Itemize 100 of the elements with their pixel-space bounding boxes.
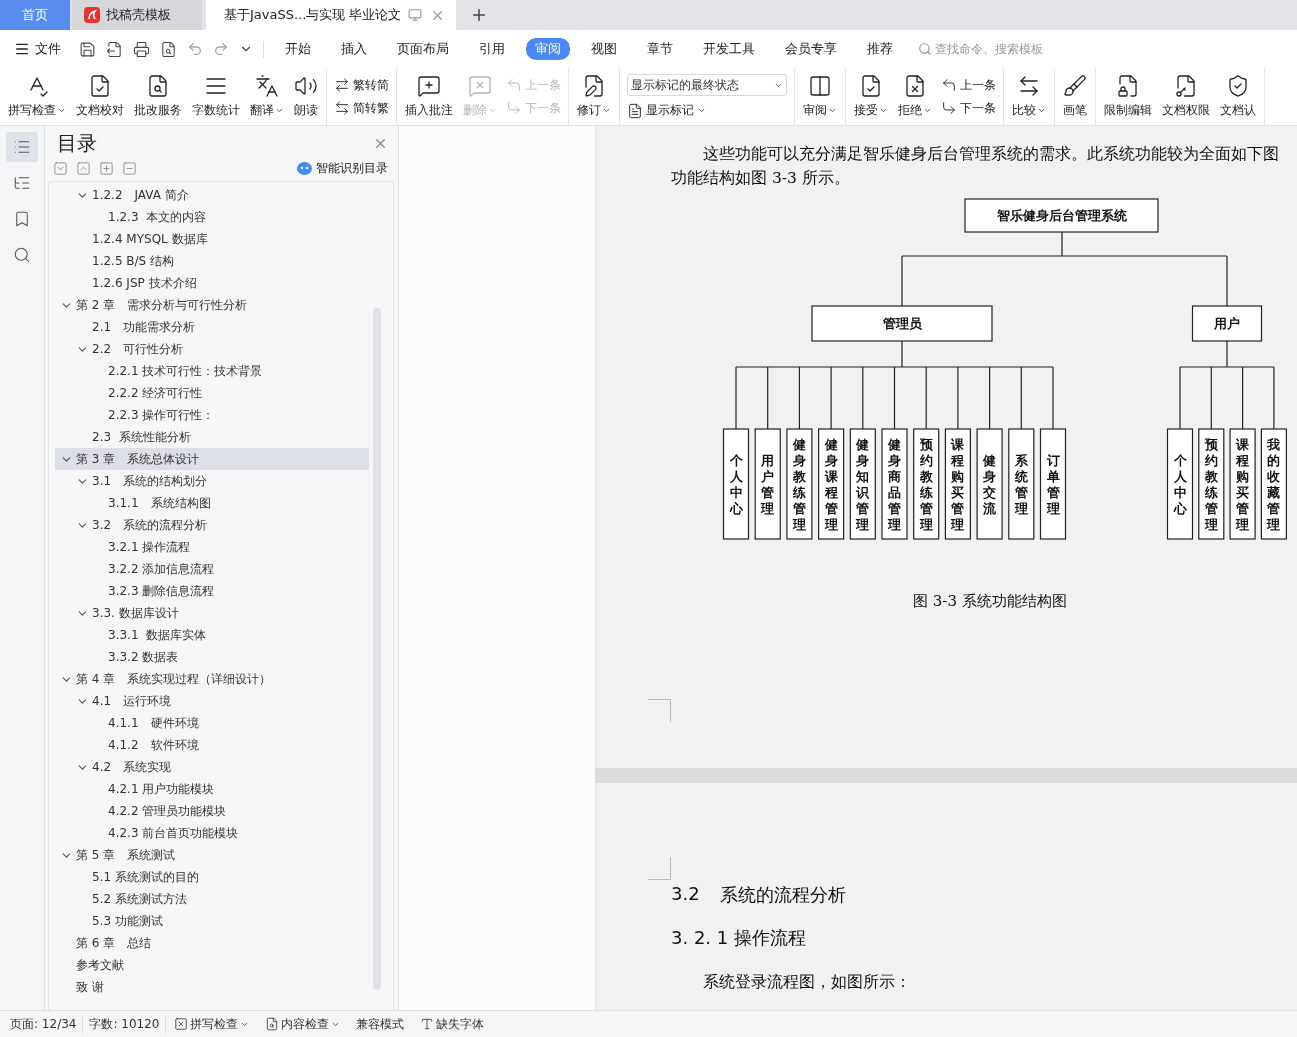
ribbon-tab[interactable]: 插入 (332, 38, 376, 60)
ribbon-button[interactable]: 文档校对 (71, 72, 129, 121)
redo-icon[interactable] (213, 41, 229, 57)
toc-item[interactable]: 5.1 系统测试的目的 (55, 866, 369, 888)
print-icon[interactable] (133, 40, 150, 58)
toc-item[interactable]: 4.1.1 硬件环境 (55, 712, 369, 734)
new-tab-icon[interactable] (470, 6, 488, 24)
panel-title: 目录 (57, 129, 97, 157)
ribbon-button[interactable]: 繁转简 (334, 76, 389, 94)
caret-icon (828, 106, 837, 115)
toc-item[interactable]: 4.2 系统实现 (55, 756, 369, 778)
toc-item[interactable]: 致 谢 (55, 976, 369, 998)
ribbon-tab[interactable]: 会员专享 (776, 38, 846, 60)
smart-toc-link[interactable]: 智能识别目录 (297, 160, 388, 177)
document-tab[interactable]: 找稿壳模板 (72, 0, 202, 30)
ribbon-tab[interactable]: 页面布局 (388, 38, 458, 60)
ribbon-button[interactable]: 拼写检查 (3, 72, 71, 121)
status-button[interactable]: 兼容模式 (348, 1015, 413, 1033)
toc-item[interactable]: 第 6 章 总结 (55, 932, 369, 954)
toc-item[interactable]: 5.2 系统测试方法 (55, 888, 369, 910)
toc-item[interactable]: 参考文献 (55, 954, 369, 976)
org-node: 用户 (1191, 305, 1263, 342)
preview-icon[interactable] (160, 40, 177, 58)
ribbon-tab[interactable]: 章节 (638, 38, 682, 60)
ribbon-tab[interactable]: 推荐 (858, 38, 902, 60)
toc-item[interactable]: 5.3 功能测试 (55, 910, 369, 932)
toc-item[interactable]: 4.2.3 前台首页功能模块 (55, 822, 369, 844)
tree-icon (13, 174, 31, 192)
toc-item[interactable]: 1.2.5 B/S 结构 (55, 250, 369, 272)
toc-item[interactable]: 2.1 功能需求分析 (55, 316, 369, 338)
toc-item[interactable]: 2.2.3 操作可行性： (55, 404, 369, 426)
menu-icon (14, 41, 30, 57)
markup-dropdown[interactable]: 显示标记的最终状态 (627, 74, 787, 96)
ribbon-button[interactable]: 比较 (1007, 72, 1051, 121)
toc-item[interactable]: 2.2.1 技术可行性：技术背景 (55, 360, 369, 382)
ribbon-button[interactable]: 下一条 (941, 99, 996, 117)
undo-icon[interactable] (187, 41, 203, 57)
document-tab[interactable]: 基于JavaSS...与实现 毕业论文 (206, 0, 456, 30)
ribbon-button[interactable]: 审阅 (798, 72, 842, 121)
comment-plus-icon (417, 74, 441, 98)
ribbon-button[interactable]: 朗读 (289, 72, 323, 121)
toc-item[interactable]: 4.1.2 软件环境 (55, 734, 369, 756)
toc-item[interactable]: 3.3.1 数据库实体 (55, 624, 369, 646)
toc-item[interactable]: 第 5 章 系统测试 (55, 844, 369, 866)
toc-item[interactable]: 第 4 章 系统实现过程（详细设计） (55, 668, 369, 690)
toc-item[interactable]: 第 2 章 需求分析与可行性分析 (55, 294, 369, 316)
document-check-icon (859, 74, 883, 98)
save-icon[interactable] (79, 40, 96, 58)
toc-item[interactable]: 1.2.4 MYSQL 数据库 (55, 228, 369, 250)
toc-item[interactable]: 3.1 系统的结构划分 (55, 470, 369, 492)
toc-item[interactable]: 3.2.2 添加信息流程 (55, 558, 369, 580)
toc-item[interactable]: 3.2.3 删除信息流程 (55, 580, 369, 602)
ribbon-button[interactable]: 显示标记 (627, 102, 787, 119)
toc-item[interactable]: 2.3 系统性能分析 (55, 426, 369, 448)
sidebar-tool-button[interactable] (6, 132, 38, 162)
file-menu[interactable]: 文件 (14, 40, 61, 58)
ribbon-button[interactable]: 接受 (849, 72, 893, 121)
status-button[interactable]: 拼写检查 (166, 1015, 258, 1033)
ribbon-button[interactable]: 简转繁 (334, 99, 389, 117)
ribbon-button[interactable]: 插入批注 (400, 72, 458, 121)
ribbon-button[interactable]: 限制编辑 (1099, 72, 1157, 121)
toc-item[interactable]: 3.2 系统的流程分析 (55, 514, 369, 536)
toc-item[interactable]: 3.2.1 操作流程 (55, 536, 369, 558)
ribbon-button[interactable]: 拒绝 (893, 72, 937, 121)
ribbon-button[interactable]: 文档认 (1215, 72, 1261, 121)
ribbon-tab[interactable]: 开始 (276, 38, 320, 60)
export-icon[interactable] (106, 40, 123, 58)
expand-all-icon[interactable] (53, 161, 68, 176)
ribbon-button[interactable]: 字数统计 (187, 72, 245, 121)
ribbon-tab[interactable]: 视图 (582, 38, 626, 60)
status-button[interactable]: 内容检查 (257, 1015, 349, 1033)
paragraph: 系统登录流程图，如图所示： (702, 972, 912, 993)
toc-item[interactable]: 4.2.1 用户功能模块 (55, 778, 369, 800)
toc-item[interactable]: 2.2 可行性分析 (55, 338, 369, 360)
toc-item[interactable]: 3.3.2 数据表 (55, 646, 369, 668)
add-level-icon[interactable] (99, 161, 114, 176)
ribbon-button[interactable]: 批改服务 (129, 72, 187, 121)
toc-item[interactable]: 3.1.1 系统结构图 (55, 492, 369, 514)
speaker-icon (294, 74, 318, 98)
toc-item[interactable]: 4.1 运行环境 (55, 690, 369, 712)
toc-item[interactable]: 3.3. 数据库设计 (55, 602, 369, 624)
status-button[interactable]: 缺失字体 (412, 1015, 493, 1033)
toc-item[interactable]: 4.2.2 管理员功能模块 (55, 800, 369, 822)
toc-item[interactable]: 1.2.3 本文的内容 (55, 206, 369, 228)
ribbon-button[interactable]: 翻译 (245, 72, 289, 121)
caret-icon (57, 106, 66, 115)
toc-item[interactable]: 1.2.6 JSP 技术介绍 (55, 272, 369, 294)
toc-item[interactable]: 1.2.2 JAVA 简介 (55, 184, 369, 206)
remove-level-icon[interactable] (122, 161, 137, 176)
org-node: 订单管理 (1039, 428, 1067, 540)
ribbon-button[interactable]: 修订 (572, 72, 616, 121)
collapse-all-icon[interactable] (76, 161, 91, 176)
document-pen-icon (582, 74, 606, 98)
toc-item[interactable]: 2.2.2 经济可行性 (55, 382, 369, 404)
ribbon-button[interactable]: 上一条 (941, 76, 996, 94)
ribbon-tab[interactable]: 引用 (470, 38, 514, 60)
ribbon-button[interactable]: 文档权限 (1157, 72, 1215, 121)
ribbon-tab[interactable]: 开发工具 (694, 38, 764, 60)
toc-item[interactable]: 第 3 章 系统总体设计 (55, 448, 369, 470)
ribbon-button[interactable]: 画笔 (1058, 72, 1092, 121)
